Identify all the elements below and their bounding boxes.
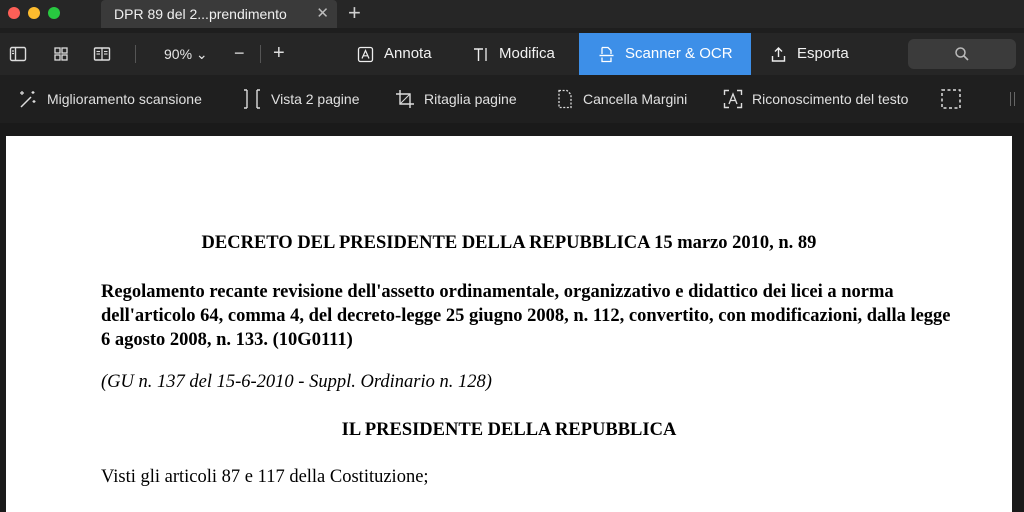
magic-wand-icon: [20, 91, 36, 108]
president-heading: IL PRESIDENTE DELLA REPUBBLICA: [341, 420, 677, 440]
document-subject: Regolamento recante revisione dell'asset…: [101, 282, 951, 350]
two-page-icon: [244, 89, 260, 109]
close-window-button[interactable]: [8, 7, 20, 19]
mode-scanner-ocr[interactable]: Scanner & OCR: [579, 33, 751, 75]
tool-label: Riconoscimento del testo: [752, 91, 909, 107]
minimize-window-button[interactable]: [28, 7, 40, 19]
search-icon: [955, 47, 969, 61]
zoom-out-button[interactable]: −: [234, 33, 245, 73]
tab-close-icon[interactable]: ✕: [316, 0, 329, 28]
crop-icon: [396, 90, 414, 109]
selection-icon[interactable]: [940, 88, 962, 110]
visti-paragraph: Visti gli articoli 87 e 117 della Costit…: [101, 467, 429, 487]
tool-label: Ritaglia pagine: [424, 91, 517, 107]
tool-label: Vista 2 pagine: [271, 91, 360, 107]
mode-modifica[interactable]: Modifica: [472, 33, 572, 75]
pdf-page[interactable]: DECRETO DEL PRESIDENTE DELLA REPUBBLICA …: [6, 136, 1012, 512]
export-icon: [771, 46, 786, 62]
tool-miglioramento-scansione[interactable]: Miglioramento scansione: [18, 75, 202, 123]
document-tab[interactable]: DPR 89 del 2...prendimento ✕: [101, 0, 337, 28]
tool-ritaglia-pagine[interactable]: Ritaglia pagine: [395, 75, 517, 123]
reader-icon[interactable]: [93, 45, 111, 63]
tool-cancella-margini[interactable]: Cancella Margini: [556, 75, 687, 123]
mode-label: Modifica: [499, 45, 555, 62]
grid-icon[interactable]: [52, 45, 70, 63]
gazette-reference: (GU n. 137 del 15-6-2010 - Suppl. Ordina…: [101, 372, 492, 392]
toolbar-overflow-handle[interactable]: [1010, 92, 1015, 106]
tab-title: DPR 89 del 2...prendimento: [114, 6, 287, 22]
search-field[interactable]: [908, 39, 1016, 69]
edit-text-icon: [474, 47, 487, 61]
zoom-select[interactable]: 90% ⌄: [164, 33, 208, 75]
zoom-window-button[interactable]: [48, 7, 60, 19]
scanner-icon: [599, 46, 614, 62]
toolbar-divider: [135, 45, 136, 63]
clear-margins-icon: [558, 90, 572, 109]
tool-label: Cancella Margini: [583, 91, 688, 107]
mode-label: Scanner & OCR: [625, 45, 733, 62]
new-tab-button[interactable]: +: [348, 0, 361, 26]
tool-vista-2-pagine[interactable]: Vista 2 pagine: [242, 75, 359, 123]
tool-label: Miglioramento scansione: [47, 91, 202, 107]
zoom-in-button[interactable]: +: [273, 33, 285, 73]
mode-annota[interactable]: Annota: [357, 33, 447, 75]
toolbar-divider: [260, 45, 261, 63]
mode-esporta[interactable]: Esporta: [770, 33, 880, 75]
ocr-icon: [723, 90, 743, 109]
mode-label: Annota: [384, 45, 432, 62]
tab-bar: DPR 89 del 2...prendimento ✕ +: [0, 0, 1024, 28]
tool-riconoscimento-testo[interactable]: Riconoscimento del testo: [723, 75, 908, 123]
mode-label: Esporta: [797, 45, 849, 62]
sidebar-icon[interactable]: [9, 45, 27, 63]
document-title: DECRETO DEL PRESIDENTE DELLA REPUBBLICA …: [201, 233, 817, 253]
annotate-icon: [357, 46, 374, 62]
main-toolbar: 90% ⌄ − + Annota Modifica Scanner & OCR …: [0, 33, 1024, 75]
scanner-ocr-toolbar: Miglioramento scansione Vista 2 pagine R…: [0, 75, 1024, 123]
